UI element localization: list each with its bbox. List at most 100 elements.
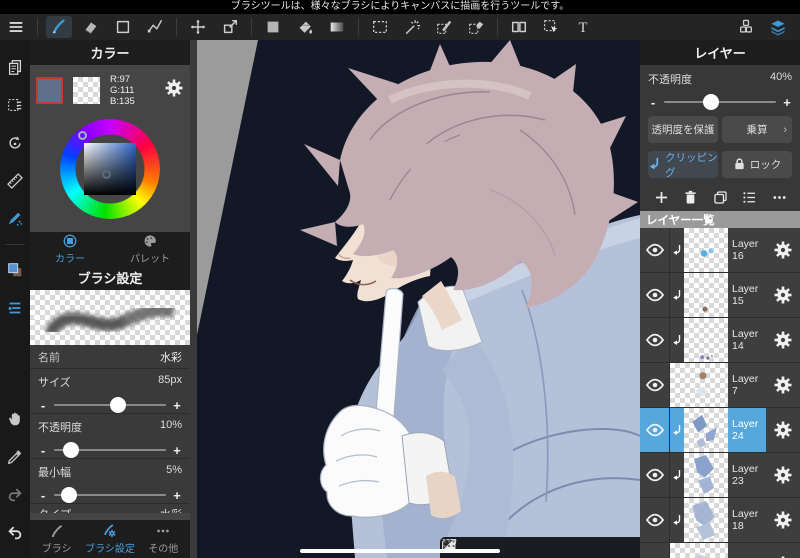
layer-thumbnail[interactable] <box>684 273 728 317</box>
lock-button[interactable]: ロック <box>722 151 792 178</box>
flip-horizontal-icon[interactable] <box>442 539 640 558</box>
brush-icon[interactable] <box>46 16 72 38</box>
layer-row[interactable]: Layer24 <box>640 408 800 453</box>
brush-prev-arrow[interactable]: ‹ <box>33 308 38 325</box>
layer-row[interactable]: Layer18 <box>640 498 800 543</box>
layer-opacity-slider[interactable] <box>664 94 776 110</box>
transparent-color-swatch[interactable] <box>73 76 100 104</box>
slider-track[interactable] <box>54 442 166 458</box>
save-icon[interactable] <box>443 539 556 558</box>
opacity-plus-button[interactable]: + <box>782 95 792 110</box>
slider-track[interactable] <box>54 397 166 413</box>
slider-plus-button[interactable]: + <box>172 488 182 503</box>
rotate-icon[interactable] <box>3 131 27 155</box>
clipping-button[interactable]: クリッピング <box>648 151 718 179</box>
layer-settings-gear-icon[interactable] <box>766 363 800 407</box>
pages-icon[interactable] <box>3 55 27 79</box>
layer-visibility-eye-icon[interactable] <box>640 318 670 362</box>
redo-dim-icon[interactable] <box>3 483 27 507</box>
move-icon[interactable] <box>185 16 211 38</box>
sv-cursor[interactable] <box>102 170 111 179</box>
layer-visibility-eye-icon[interactable] <box>640 498 670 542</box>
slider-track[interactable] <box>54 487 166 503</box>
layer-thumbnail[interactable] <box>684 408 728 452</box>
tab-ブラシ[interactable]: ブラシ <box>30 520 83 558</box>
materials-icon[interactable] <box>733 16 759 38</box>
operation-icon[interactable] <box>538 16 564 38</box>
polyline-icon[interactable] <box>142 16 168 38</box>
layer-visibility-eye-icon[interactable] <box>640 543 670 558</box>
undo-icon[interactable] <box>3 521 27 545</box>
slider-plus-button[interactable]: + <box>172 443 182 458</box>
slider-minus-button[interactable]: - <box>38 488 48 503</box>
select-pen-icon[interactable] <box>431 16 457 38</box>
layer-row[interactable]: Layer16 <box>640 228 800 273</box>
layer-thumbnail[interactable] <box>684 453 728 497</box>
layers-toggle-icon[interactable] <box>765 16 791 38</box>
protect-alpha-button[interactable]: 透明度を保護 <box>648 116 718 143</box>
layer-settings-gear-icon[interactable] <box>766 228 800 272</box>
divide-icon[interactable] <box>506 16 532 38</box>
layer-row[interactable]: Layer15 <box>640 273 800 318</box>
rect-tool-icon[interactable] <box>110 16 136 38</box>
layer-thumbnail[interactable] <box>684 498 728 542</box>
layer-visibility-eye-icon[interactable] <box>640 408 670 452</box>
layer-settings-gear-icon[interactable] <box>766 408 800 452</box>
select-list-icon[interactable] <box>3 93 27 117</box>
slider-plus-button[interactable]: + <box>172 398 182 413</box>
layer-settings-gear-icon[interactable] <box>766 543 800 558</box>
select-icon[interactable] <box>367 16 393 38</box>
tab-パレット[interactable]: パレット <box>110 232 190 265</box>
layer-row[interactable]: Layer7 <box>640 363 800 408</box>
brush-next-arrow[interactable]: › <box>182 308 187 325</box>
layer-row[interactable]: Layer14 <box>640 318 800 363</box>
layer-settings-gear-icon[interactable] <box>766 318 800 362</box>
plus-icon[interactable] <box>650 187 672 207</box>
hue-cursor[interactable] <box>78 131 87 140</box>
list-icon[interactable] <box>739 187 761 207</box>
color-settings-gear-icon[interactable] <box>164 78 184 103</box>
fill-rect-icon[interactable] <box>260 16 286 38</box>
ruler-icon[interactable] <box>3 169 27 193</box>
layer-settings-gear-icon[interactable] <box>766 453 800 497</box>
tab-その他[interactable]: その他 <box>137 520 190 558</box>
layer-visibility-eye-icon[interactable] <box>640 273 670 317</box>
tab-ブラシ設定[interactable]: ブラシ設定 <box>83 520 136 558</box>
slider-thumb[interactable] <box>60 487 77 503</box>
wand-icon[interactable] <box>399 16 425 38</box>
layer-visibility-eye-icon[interactable] <box>640 228 670 272</box>
duplicate-icon[interactable] <box>709 187 731 207</box>
tab-カラー[interactable]: カラー <box>30 232 110 265</box>
canvas-viewport[interactable]: 3000*3000px 350dpi 53% -174° ブラシ: 85px 1… <box>190 40 778 558</box>
slider-thumb[interactable] <box>62 442 79 458</box>
menu-icon[interactable] <box>3 16 29 38</box>
selection-layer-icon[interactable] <box>442 539 584 558</box>
more-icon[interactable] <box>768 187 790 207</box>
eraser-icon[interactable] <box>78 16 104 38</box>
layer-settings-gear-icon[interactable] <box>766 273 800 317</box>
eyedropper-icon[interactable] <box>3 445 27 469</box>
hand-icon[interactable] <box>3 407 27 431</box>
layer-thumbnail[interactable] <box>684 318 728 362</box>
layer-thumbnail[interactable] <box>670 363 728 407</box>
layer-visibility-eye-icon[interactable] <box>640 363 670 407</box>
blend-mode-button[interactable]: 乗算 › <box>722 116 792 143</box>
opacity-minus-button[interactable]: - <box>648 95 658 110</box>
layer-thumbnail[interactable] <box>684 228 728 272</box>
text-icon[interactable]: T <box>570 16 596 38</box>
current-color-swatch[interactable] <box>36 76 63 104</box>
layer-row[interactable] <box>640 543 800 558</box>
select-eraser-icon[interactable] <box>463 16 489 38</box>
layer-thumbnail[interactable] <box>670 543 728 558</box>
slider-minus-button[interactable]: - <box>38 398 48 413</box>
layer-settings-gear-icon[interactable] <box>766 498 800 542</box>
airbrush-icon[interactable] <box>3 207 27 231</box>
export-icon[interactable] <box>442 538 612 558</box>
color-swatch-icon[interactable] <box>3 258 27 282</box>
layer-visibility-eye-icon[interactable] <box>640 453 670 497</box>
transform-icon[interactable] <box>217 16 243 38</box>
slider-minus-button[interactable]: - <box>38 443 48 458</box>
slider-thumb[interactable] <box>109 397 126 413</box>
layer-list-icon[interactable] <box>3 296 27 320</box>
gradient-icon[interactable] <box>324 16 350 38</box>
